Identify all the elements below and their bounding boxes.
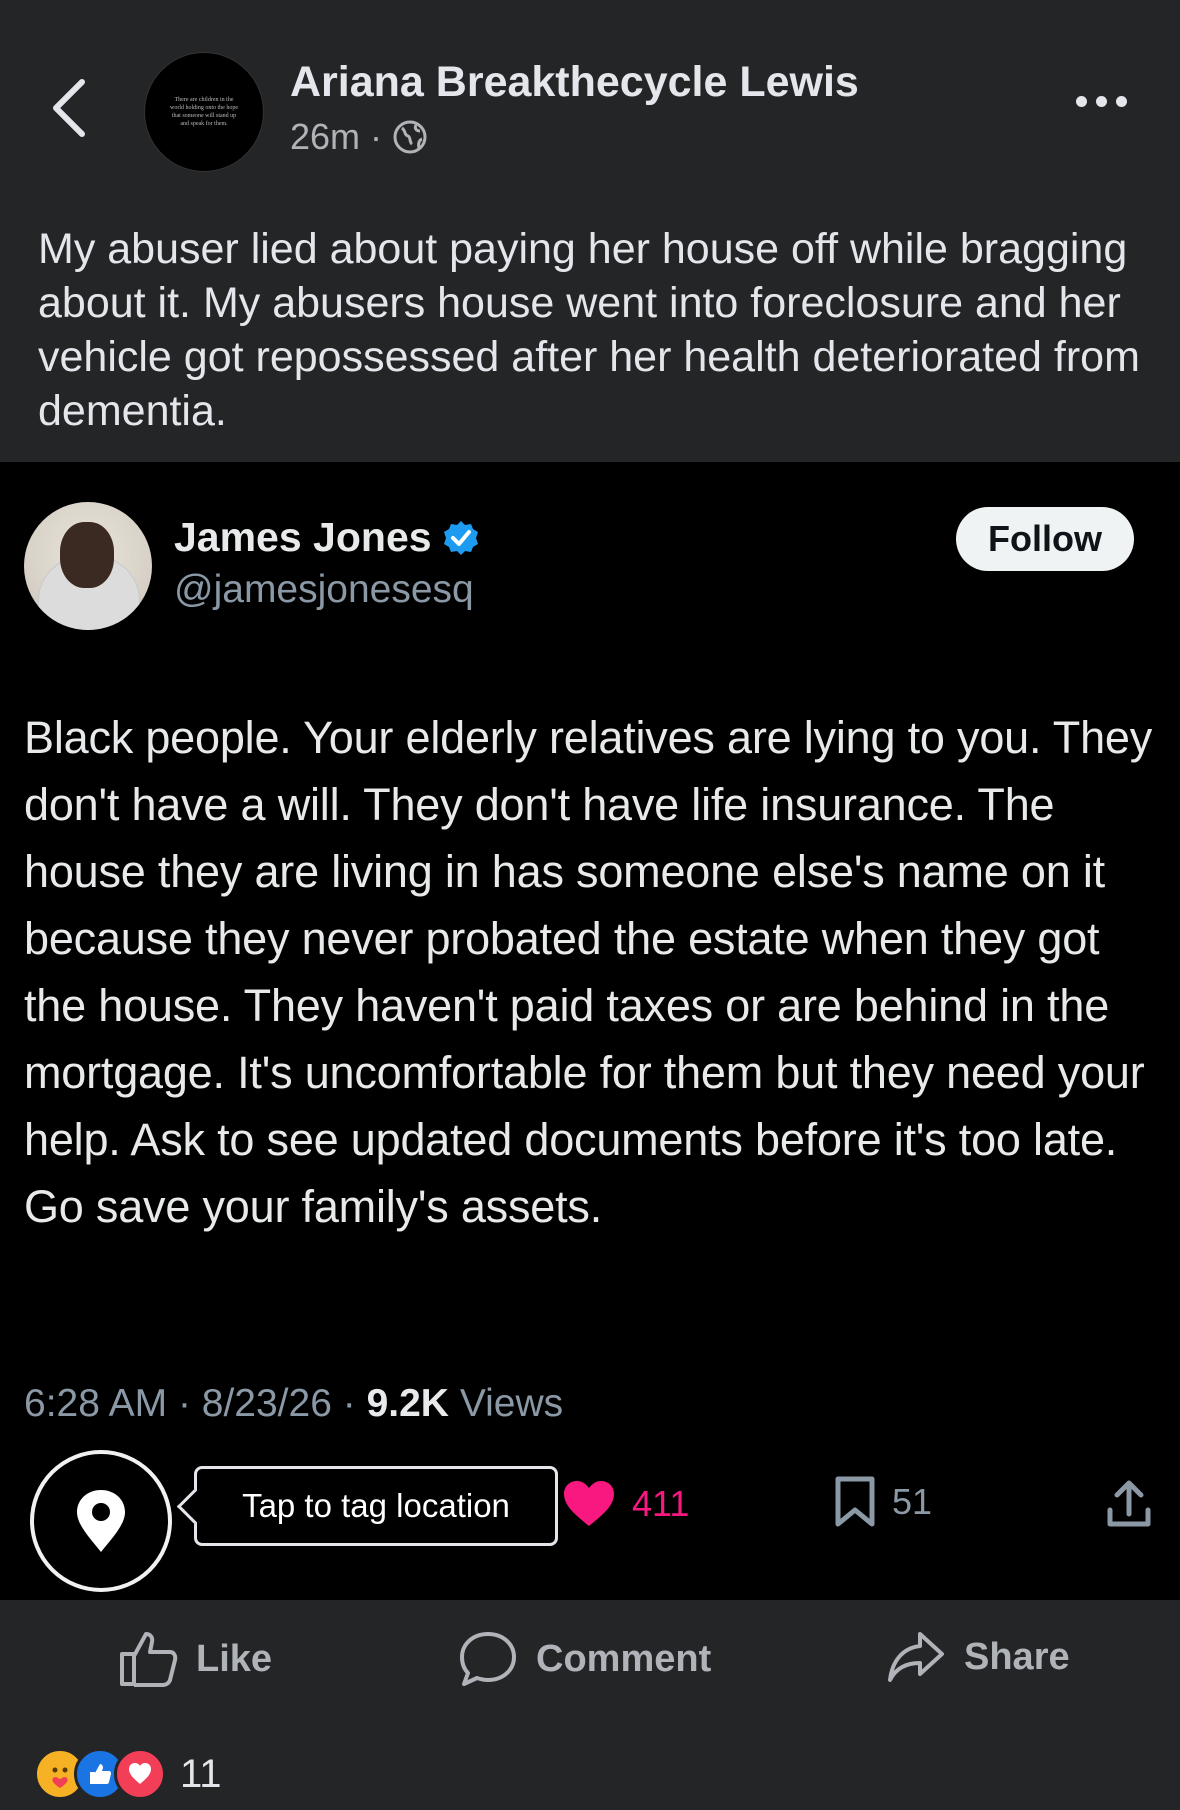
avatar-face — [60, 522, 114, 588]
more-options-button[interactable] — [1076, 96, 1127, 107]
care-face-icon — [52, 1767, 68, 1788]
verified-badge-icon — [443, 520, 478, 555]
tweet-author-avatar — [24, 502, 152, 630]
tweet-author-name: James Jones — [174, 514, 432, 560]
globe-icon — [393, 120, 427, 154]
views-label: Views — [459, 1382, 564, 1425]
reaction-count: 11 — [180, 1751, 222, 1796]
tweet-actions: 3 115 411 51 — [0, 1458, 1180, 1562]
tweet-screenshot[interactable]: James Jones @jamesjonesesq Follow Black … — [0, 462, 1180, 1600]
tweet-timestamp: 6:28 AM · 8/23/26 · 9.2K Views — [24, 1382, 563, 1426]
love-reaction-icon — [114, 1748, 166, 1800]
avatar-quote: There are children in the world holding … — [170, 97, 238, 127]
comment-button[interactable]: Comment — [458, 1630, 711, 1688]
like-count: 411 — [632, 1483, 690, 1524]
tweet-bookmark-button: 51 — [834, 1476, 932, 1528]
heart-small-icon — [129, 1763, 151, 1784]
thumbs-up-small-icon — [90, 1764, 111, 1784]
like-button[interactable]: Like — [118, 1630, 272, 1688]
map-pin-icon — [77, 1490, 125, 1552]
more-dot-icon — [1076, 96, 1087, 107]
location-pin-button[interactable] — [30, 1450, 172, 1592]
tweet-share-button — [1106, 1480, 1152, 1528]
reaction-summary[interactable]: 11 — [34, 1748, 222, 1800]
comment-bubble-icon — [460, 1632, 516, 1686]
more-dot-icon — [1096, 96, 1107, 107]
post-header: There are children in the world holding … — [0, 0, 1180, 190]
tweet-like-button: 411 — [562, 1480, 689, 1528]
comment-label: Comment — [536, 1637, 712, 1680]
bookmark-icon — [835, 1476, 875, 1527]
post-caption: My abuser lied about paying her house of… — [38, 225, 1140, 435]
tweet-time: 6:28 AM — [24, 1382, 168, 1425]
tweet-date: 8/23/26 — [201, 1382, 332, 1425]
time-sep: · — [342, 1382, 356, 1425]
back-button[interactable] — [46, 76, 94, 140]
page-name[interactable]: Ariana Breakthecycle Lewis — [290, 58, 859, 107]
share-button[interactable]: Share — [886, 1630, 1070, 1684]
heart-icon — [564, 1481, 614, 1526]
page-avatar[interactable]: There are children in the world holding … — [144, 52, 264, 172]
views-count: 9.2K — [366, 1382, 449, 1425]
time-sep: · — [177, 1382, 191, 1425]
chevron-left-icon — [53, 79, 85, 137]
tag-location-tooltip[interactable]: Tap to tag location — [194, 1466, 558, 1546]
thumbs-up-icon — [120, 1632, 178, 1687]
tweet-text: Black people. Your elderly relatives are… — [24, 712, 1153, 1232]
share-label: Share — [964, 1635, 1070, 1678]
meta-separator: · — [370, 116, 383, 157]
bookmark-count: 51 — [892, 1481, 933, 1522]
share-upload-icon — [1107, 1480, 1151, 1527]
tweet-author-handle: @jamesjonesesq — [174, 568, 474, 611]
more-dot-icon — [1116, 96, 1127, 107]
post-action-bar: Like Comment Share — [0, 1600, 1180, 1730]
follow-button: Follow — [956, 507, 1134, 571]
post-time: 26m — [290, 116, 361, 157]
tweet-author-name-row: James Jones — [174, 514, 480, 561]
post-meta: 26m · — [290, 116, 428, 158]
share-arrow-icon — [888, 1632, 944, 1682]
like-label: Like — [196, 1637, 273, 1680]
